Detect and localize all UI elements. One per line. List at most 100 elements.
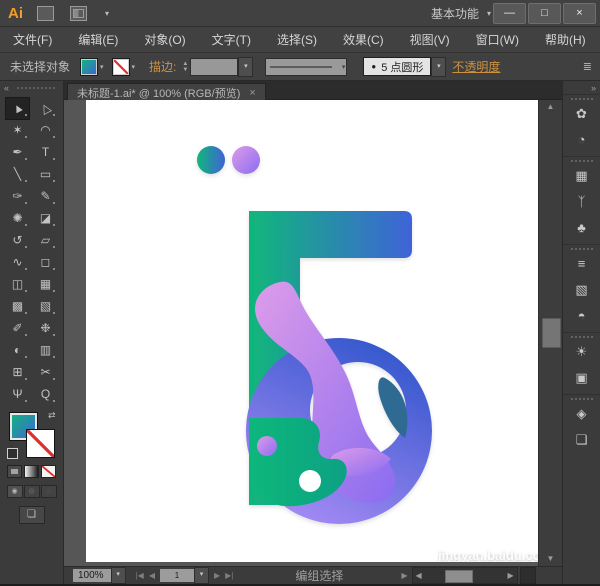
panel-group-drag-handle[interactable] <box>571 98 593 100</box>
menu-item-window[interactable]: 窗口(W) <box>463 27 532 53</box>
dot-green-blue[interactable] <box>197 146 225 174</box>
pencil-tool[interactable]: ✎ <box>34 186 57 207</box>
gradient-button[interactable] <box>24 465 39 478</box>
document-tab[interactable]: 未标题-1.ai* @ 100% (RGB/预览) × <box>67 83 266 101</box>
selection-tool[interactable]: ▲ <box>6 98 29 119</box>
gradient-tool[interactable]: ▧ <box>34 296 57 317</box>
horizontal-scrollbar[interactable]: ◀ ▶ <box>412 567 518 584</box>
zoom-tool[interactable]: Q <box>34 384 57 405</box>
shape-builder-tool[interactable]: ◫ <box>6 274 29 295</box>
brush-definition-caret[interactable]: ▾ <box>431 57 446 77</box>
scroll-left-icon[interactable]: ◀ <box>413 571 425 580</box>
width-profile-dropdown[interactable]: ▾ <box>265 58 347 76</box>
artboard[interactable]: jingyan.baidu.com <box>86 100 538 562</box>
screen-mode-button[interactable]: ❏ <box>19 506 45 524</box>
rotate-tool[interactable]: ↺ <box>6 230 29 251</box>
panel-group-drag-handle[interactable] <box>571 248 593 250</box>
draw-inside-button[interactable]: ◌ <box>41 485 57 498</box>
panel-group-drag-handle[interactable] <box>571 398 593 400</box>
color-guide-panel-icon[interactable]: ◔ <box>563 127 600 153</box>
artboard-number-value[interactable]: 1 <box>160 569 194 582</box>
next-artboard-icon[interactable]: ▶ <box>214 571 220 580</box>
control-panel-menu-icon[interactable]: ≣ <box>583 60 592 73</box>
opacity-label[interactable]: 不透明度 <box>452 58 500 75</box>
horizontal-scroll-thumb[interactable] <box>445 570 473 583</box>
menu-item-help[interactable]: 帮助(H) <box>532 27 599 53</box>
scroll-right-icon[interactable]: ▶ <box>505 571 517 580</box>
graphic-styles-panel-icon[interactable]: ▣ <box>563 365 600 391</box>
type-tool[interactable]: T <box>34 142 57 163</box>
hand-tool[interactable]: Ψ <box>6 384 29 405</box>
transparency-panel-icon[interactable]: ◓ <box>563 303 600 329</box>
mesh-tool[interactable]: ▩ <box>6 296 29 317</box>
direct-selection-tool[interactable]: △ <box>34 98 57 119</box>
workspace-switcher[interactable]: 基本功能 <box>431 5 479 22</box>
paintbrush-tool[interactable]: ✑ <box>6 186 29 207</box>
purple-dot[interactable] <box>257 436 277 456</box>
swap-fill-stroke-icon[interactable]: ⇄ <box>48 410 56 421</box>
stroke-weight-stepper[interactable]: ▲ ▼ <box>182 61 188 73</box>
fill-color-caret-icon[interactable]: ▾ <box>100 63 104 71</box>
artboard-caret-icon[interactable]: ▾ <box>194 567 209 584</box>
slice-tool[interactable]: ✂ <box>34 362 57 383</box>
perspective-grid-tool[interactable]: ▦ <box>34 274 57 295</box>
stroke-color-chip[interactable] <box>112 58 130 76</box>
lasso-tool[interactable]: ◠ <box>34 120 57 141</box>
status-popup-icon[interactable]: ▶ <box>401 571 407 580</box>
scale-tool[interactable]: ▱ <box>34 230 57 251</box>
draw-normal-button[interactable]: ◉ <box>7 485 23 498</box>
stroke-label[interactable]: 描边: <box>149 58 176 75</box>
first-artboard-icon[interactable]: |◀ <box>136 571 144 580</box>
stroke-panel-icon[interactable]: ≡ <box>563 251 600 277</box>
stroke-color-caret-icon[interactable]: ▾ <box>132 63 136 71</box>
swatches-panel-icon[interactable]: ▦ <box>563 163 600 189</box>
menu-item-file[interactable]: 文件(F) <box>0 27 65 53</box>
symbols-panel-icon[interactable]: ♣ <box>563 215 600 241</box>
menu-item-select[interactable]: 选择(S) <box>264 27 330 53</box>
bridge-icon[interactable] <box>37 6 54 21</box>
brushes-panel-icon[interactable]: ᛉ <box>563 189 600 215</box>
menu-item-object[interactable]: 对象(O) <box>131 27 198 53</box>
zoom-value[interactable]: 100% <box>73 569 111 582</box>
last-artboard-icon[interactable]: ▶| <box>225 571 233 580</box>
arrange-documents-icon[interactable] <box>70 6 87 21</box>
eyedropper-tool[interactable]: ✐ <box>6 318 29 339</box>
horizontal-scroll-track[interactable] <box>425 569 505 582</box>
panel-group-drag-handle[interactable] <box>571 336 593 338</box>
gradient-panel-icon[interactable]: ▧ <box>563 277 600 303</box>
zoom-caret-icon[interactable]: ▾ <box>111 567 126 584</box>
brush-definition-dropdown[interactable]: ● 5 点圆形 <box>363 57 431 76</box>
stroke-weight-caret[interactable]: ▾ <box>238 57 253 77</box>
magic-wand-tool[interactable]: ✶ <box>6 120 29 141</box>
minimize-button[interactable]: — <box>493 3 526 24</box>
fill-color-chip[interactable] <box>80 58 98 76</box>
close-button[interactable]: × <box>563 3 596 24</box>
dot-pink-purple[interactable] <box>232 146 260 174</box>
blend-tool[interactable]: ◐ <box>6 340 29 361</box>
artboard-number-control[interactable]: 1 ▾ <box>160 567 209 584</box>
panel-group-drag-handle[interactable] <box>571 160 593 162</box>
blob-brush-tool[interactable]: ✺ <box>6 208 29 229</box>
zoom-control[interactable]: 100% ▾ <box>73 567 126 584</box>
eraser-tool[interactable]: ◪ <box>34 208 57 229</box>
menu-item-type[interactable]: 文字(T) <box>199 27 264 53</box>
resize-grip[interactable] <box>520 567 536 584</box>
menu-item-edit[interactable]: 编辑(E) <box>65 27 131 53</box>
vertical-scroll-thumb[interactable] <box>542 318 561 348</box>
stroke-weight-field[interactable] <box>190 58 238 76</box>
workspace-caret-icon[interactable]: ▾ <box>487 9 491 18</box>
prev-artboard-icon[interactable]: ◀ <box>149 571 155 580</box>
pen-tool[interactable]: ✒ <box>6 142 29 163</box>
tools-collapse-icon[interactable]: « <box>4 83 9 93</box>
color-button[interactable] <box>7 465 22 478</box>
menu-item-effect[interactable]: 效果(C) <box>330 27 397 53</box>
arrange-documents-caret-icon[interactable]: ▾ <box>105 9 109 18</box>
tab-close-icon[interactable]: × <box>249 87 255 99</box>
width-tool[interactable]: ∿ <box>6 252 29 273</box>
stepper-down-icon[interactable]: ▼ <box>182 67 188 73</box>
scroll-up-icon[interactable]: ▲ <box>539 100 562 114</box>
free-transform-tool[interactable]: ◻ <box>34 252 57 273</box>
menu-item-view[interactable]: 视图(V) <box>397 27 463 53</box>
layers-panel-icon[interactable]: ◈ <box>563 401 600 427</box>
column-graph-tool[interactable]: ▥ <box>34 340 57 361</box>
